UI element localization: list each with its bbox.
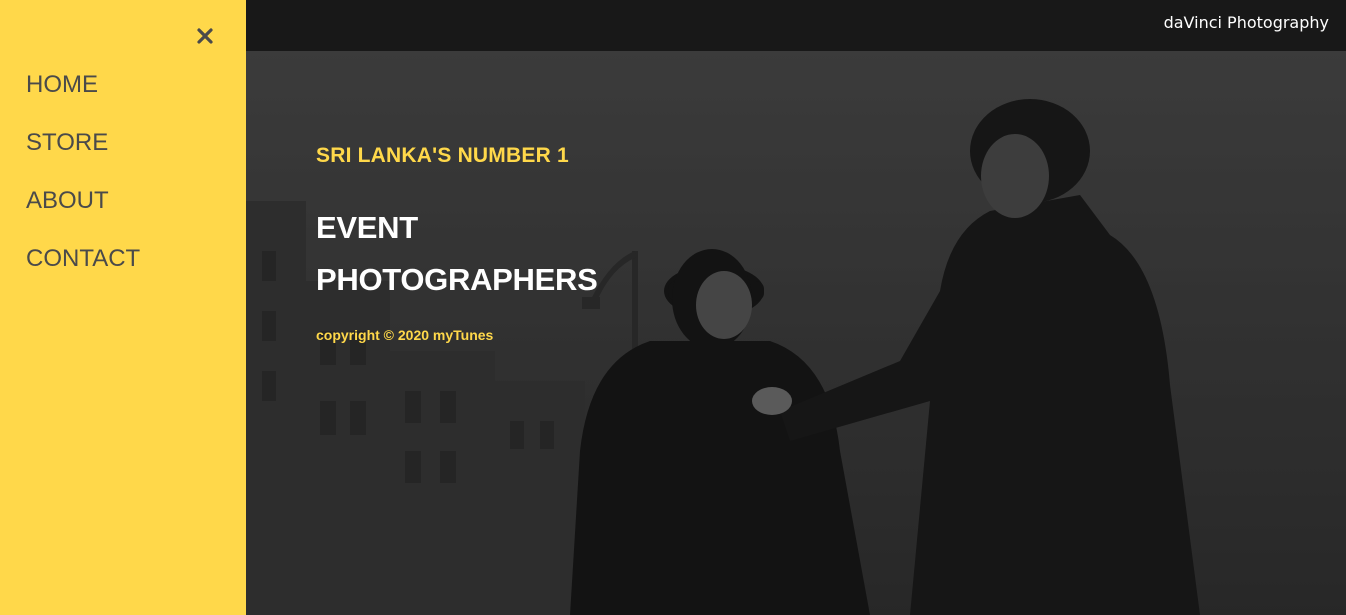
hero-headline: EVENT PHOTOGRAPHERS	[316, 202, 598, 306]
close-icon[interactable]	[192, 23, 218, 49]
nav-item-about[interactable]: ABOUT	[26, 184, 140, 242]
nav-item-home[interactable]: HOME	[26, 68, 140, 126]
hero-headline-line1: EVENT	[316, 210, 418, 245]
hero-copyright: copyright © 2020 myTunes	[316, 327, 494, 343]
nav-menu: HOME STORE ABOUT CONTACT	[26, 68, 140, 300]
nav-item-contact[interactable]: CONTACT	[26, 242, 140, 300]
nav-item-store[interactable]: STORE	[26, 126, 140, 184]
hero-headline-line2: PHOTOGRAPHERS	[316, 262, 598, 297]
brand-title[interactable]: daVinci Photography	[1164, 13, 1329, 32]
page: SRI LANKA'S NUMBER 1 EVENT PHOTOGRAPHERS…	[0, 0, 1346, 615]
side-nav: HOME STORE ABOUT CONTACT	[0, 0, 246, 615]
hero-tagline: SRI LANKA'S NUMBER 1	[316, 144, 569, 167]
